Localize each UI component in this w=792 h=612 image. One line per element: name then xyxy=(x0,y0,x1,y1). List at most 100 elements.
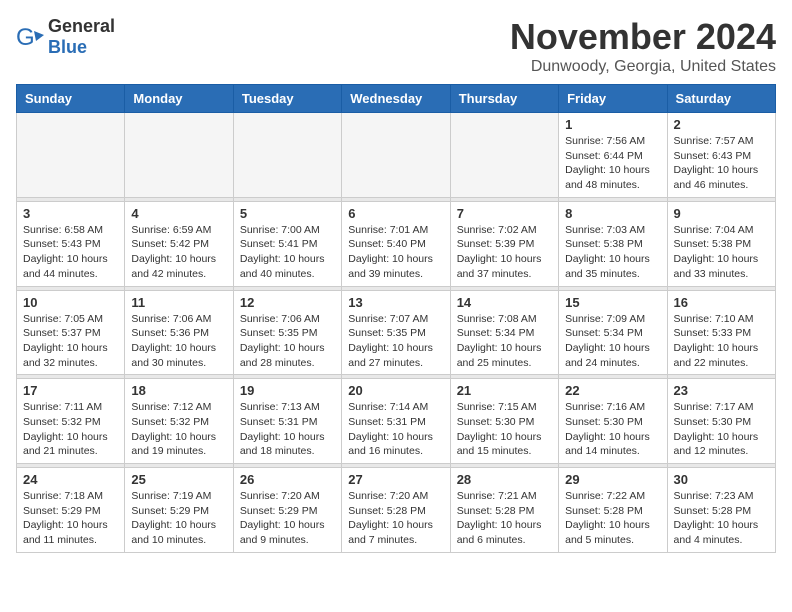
header: G General Blue November 2024 Dunwoody, G… xyxy=(16,16,776,76)
logo: G General Blue xyxy=(16,16,115,58)
day-info: Sunrise: 7:19 AM Sunset: 5:29 PM Dayligh… xyxy=(131,489,226,548)
calendar-day-cell: 17 Sunrise: 7:11 AM Sunset: 5:32 PM Dayli… xyxy=(17,379,125,464)
calendar-day-cell: 8 Sunrise: 7:03 AM Sunset: 5:38 PM Daylig… xyxy=(559,201,667,286)
day-number: 13 xyxy=(348,295,443,310)
day-number: 24 xyxy=(23,472,118,487)
day-info: Sunrise: 7:01 AM Sunset: 5:40 PM Dayligh… xyxy=(348,223,443,282)
calendar-day-cell: 23 Sunrise: 7:17 AM Sunset: 5:30 PM Dayli… xyxy=(667,379,775,464)
calendar-day-cell: 6 Sunrise: 7:01 AM Sunset: 5:40 PM Daylig… xyxy=(342,201,450,286)
day-number: 7 xyxy=(457,206,552,221)
day-info: Sunrise: 7:18 AM Sunset: 5:29 PM Dayligh… xyxy=(23,489,118,548)
day-number: 22 xyxy=(565,383,660,398)
day-number: 15 xyxy=(565,295,660,310)
day-number: 21 xyxy=(457,383,552,398)
day-info: Sunrise: 7:56 AM Sunset: 6:44 PM Dayligh… xyxy=(565,134,660,193)
calendar-day-cell: 2Sunrise: 7:57 AM Sunset: 6:43 PM Daylig… xyxy=(667,113,775,198)
day-of-week-header: Tuesday xyxy=(233,85,341,113)
day-info: Sunrise: 7:06 AM Sunset: 5:35 PM Dayligh… xyxy=(240,312,335,371)
calendar-week-row: 10 Sunrise: 7:05 AM Sunset: 5:37 PM Dayli… xyxy=(17,290,776,375)
calendar-day-cell: 15 Sunrise: 7:09 AM Sunset: 5:34 PM Dayli… xyxy=(559,290,667,375)
day-of-week-header: Sunday xyxy=(17,85,125,113)
day-info: Sunrise: 7:00 AM Sunset: 5:41 PM Dayligh… xyxy=(240,223,335,282)
calendar-day-cell: 28 Sunrise: 7:21 AM Sunset: 5:28 PM Dayli… xyxy=(450,468,558,553)
day-number: 10 xyxy=(23,295,118,310)
day-of-week-header: Thursday xyxy=(450,85,558,113)
calendar-day-cell: 5 Sunrise: 7:00 AM Sunset: 5:41 PM Daylig… xyxy=(233,201,341,286)
day-info: Sunrise: 7:14 AM Sunset: 5:31 PM Dayligh… xyxy=(348,400,443,459)
calendar-day-cell: 24 Sunrise: 7:18 AM Sunset: 5:29 PM Dayli… xyxy=(17,468,125,553)
day-info: Sunrise: 7:23 AM Sunset: 5:28 PM Dayligh… xyxy=(674,489,769,548)
day-info: Sunrise: 7:07 AM Sunset: 5:35 PM Dayligh… xyxy=(348,312,443,371)
calendar-day-cell: 27Sunrise: 7:20 AM Sunset: 5:28 PM Dayli… xyxy=(342,468,450,553)
calendar-day-cell: 22 Sunrise: 7:16 AM Sunset: 5:30 PM Dayli… xyxy=(559,379,667,464)
day-info: Sunrise: 7:22 AM Sunset: 5:28 PM Dayligh… xyxy=(565,489,660,548)
day-number: 17 xyxy=(23,383,118,398)
day-number: 25 xyxy=(131,472,226,487)
day-info: Sunrise: 7:02 AM Sunset: 5:39 PM Dayligh… xyxy=(457,223,552,282)
day-of-week-header: Wednesday xyxy=(342,85,450,113)
calendar-day-cell: 26Sunrise: 7:20 AM Sunset: 5:29 PM Dayli… xyxy=(233,468,341,553)
calendar-day-cell: 25 Sunrise: 7:19 AM Sunset: 5:29 PM Dayli… xyxy=(125,468,233,553)
day-info: Sunrise: 7:10 AM Sunset: 5:33 PM Dayligh… xyxy=(674,312,769,371)
day-number: 20 xyxy=(348,383,443,398)
day-info: Sunrise: 6:58 AM Sunset: 5:43 PM Dayligh… xyxy=(23,223,118,282)
calendar-week-row: 17 Sunrise: 7:11 AM Sunset: 5:32 PM Dayli… xyxy=(17,379,776,464)
day-info: Sunrise: 7:08 AM Sunset: 5:34 PM Dayligh… xyxy=(457,312,552,371)
calendar-day-cell: 11 Sunrise: 7:06 AM Sunset: 5:36 PM Dayli… xyxy=(125,290,233,375)
calendar-day-cell: 30 Sunrise: 7:23 AM Sunset: 5:28 PM Dayli… xyxy=(667,468,775,553)
location-title: Dunwoody, Georgia, United States xyxy=(510,58,776,76)
calendar-day-cell xyxy=(233,113,341,198)
month-title: November 2024 xyxy=(510,16,776,58)
day-number: 8 xyxy=(565,206,660,221)
day-number: 12 xyxy=(240,295,335,310)
day-number: 4 xyxy=(131,206,226,221)
day-info: Sunrise: 7:15 AM Sunset: 5:30 PM Dayligh… xyxy=(457,400,552,459)
calendar-day-cell: 10 Sunrise: 7:05 AM Sunset: 5:37 PM Dayli… xyxy=(17,290,125,375)
calendar-day-cell xyxy=(125,113,233,198)
calendar-day-cell: 1 Sunrise: 7:56 AM Sunset: 6:44 PM Daylig… xyxy=(559,113,667,198)
calendar-day-cell: 16 Sunrise: 7:10 AM Sunset: 5:33 PM Dayli… xyxy=(667,290,775,375)
calendar-day-cell: 13 Sunrise: 7:07 AM Sunset: 5:35 PM Dayli… xyxy=(342,290,450,375)
calendar-week-row: 24 Sunrise: 7:18 AM Sunset: 5:29 PM Dayli… xyxy=(17,468,776,553)
day-number: 23 xyxy=(674,383,769,398)
logo-icon: G xyxy=(16,23,44,51)
day-number: 19 xyxy=(240,383,335,398)
calendar-day-cell: 20 Sunrise: 7:14 AM Sunset: 5:31 PM Dayli… xyxy=(342,379,450,464)
day-info: Sunrise: 7:06 AM Sunset: 5:36 PM Dayligh… xyxy=(131,312,226,371)
day-number: 5 xyxy=(240,206,335,221)
calendar-header-row: SundayMondayTuesdayWednesdayThursdayFrid… xyxy=(17,85,776,113)
day-number: 30 xyxy=(674,472,769,487)
day-number: 28 xyxy=(457,472,552,487)
calendar-week-row: 3Sunrise: 6:58 AM Sunset: 5:43 PM Daylig… xyxy=(17,201,776,286)
day-info: Sunrise: 7:16 AM Sunset: 5:30 PM Dayligh… xyxy=(565,400,660,459)
day-info: Sunrise: 7:13 AM Sunset: 5:31 PM Dayligh… xyxy=(240,400,335,459)
day-number: 2 xyxy=(674,117,769,132)
day-info: Sunrise: 7:05 AM Sunset: 5:37 PM Dayligh… xyxy=(23,312,118,371)
logo-text-general: General xyxy=(48,16,115,36)
calendar-day-cell: 19 Sunrise: 7:13 AM Sunset: 5:31 PM Dayli… xyxy=(233,379,341,464)
calendar-day-cell: 29Sunrise: 7:22 AM Sunset: 5:28 PM Dayli… xyxy=(559,468,667,553)
day-number: 26 xyxy=(240,472,335,487)
day-number: 14 xyxy=(457,295,552,310)
calendar-day-cell: 4 Sunrise: 6:59 AM Sunset: 5:42 PM Daylig… xyxy=(125,201,233,286)
day-number: 1 xyxy=(565,117,660,132)
calendar-week-row: 1 Sunrise: 7:56 AM Sunset: 6:44 PM Daylig… xyxy=(17,113,776,198)
day-info: Sunrise: 7:12 AM Sunset: 5:32 PM Dayligh… xyxy=(131,400,226,459)
day-number: 16 xyxy=(674,295,769,310)
day-info: Sunrise: 7:21 AM Sunset: 5:28 PM Dayligh… xyxy=(457,489,552,548)
day-info: Sunrise: 6:59 AM Sunset: 5:42 PM Dayligh… xyxy=(131,223,226,282)
day-number: 6 xyxy=(348,206,443,221)
day-info: Sunrise: 7:03 AM Sunset: 5:38 PM Dayligh… xyxy=(565,223,660,282)
calendar-day-cell xyxy=(450,113,558,198)
day-of-week-header: Monday xyxy=(125,85,233,113)
day-number: 11 xyxy=(131,295,226,310)
logo-text-blue: Blue xyxy=(48,37,87,57)
day-info: Sunrise: 7:17 AM Sunset: 5:30 PM Dayligh… xyxy=(674,400,769,459)
day-info: Sunrise: 7:09 AM Sunset: 5:34 PM Dayligh… xyxy=(565,312,660,371)
day-number: 9 xyxy=(674,206,769,221)
calendar-day-cell: 21 Sunrise: 7:15 AM Sunset: 5:30 PM Dayli… xyxy=(450,379,558,464)
calendar-day-cell: 12 Sunrise: 7:06 AM Sunset: 5:35 PM Dayli… xyxy=(233,290,341,375)
calendar-day-cell: 18Sunrise: 7:12 AM Sunset: 5:32 PM Dayli… xyxy=(125,379,233,464)
day-info: Sunrise: 7:11 AM Sunset: 5:32 PM Dayligh… xyxy=(23,400,118,459)
calendar-day-cell: 9Sunrise: 7:04 AM Sunset: 5:38 PM Daylig… xyxy=(667,201,775,286)
